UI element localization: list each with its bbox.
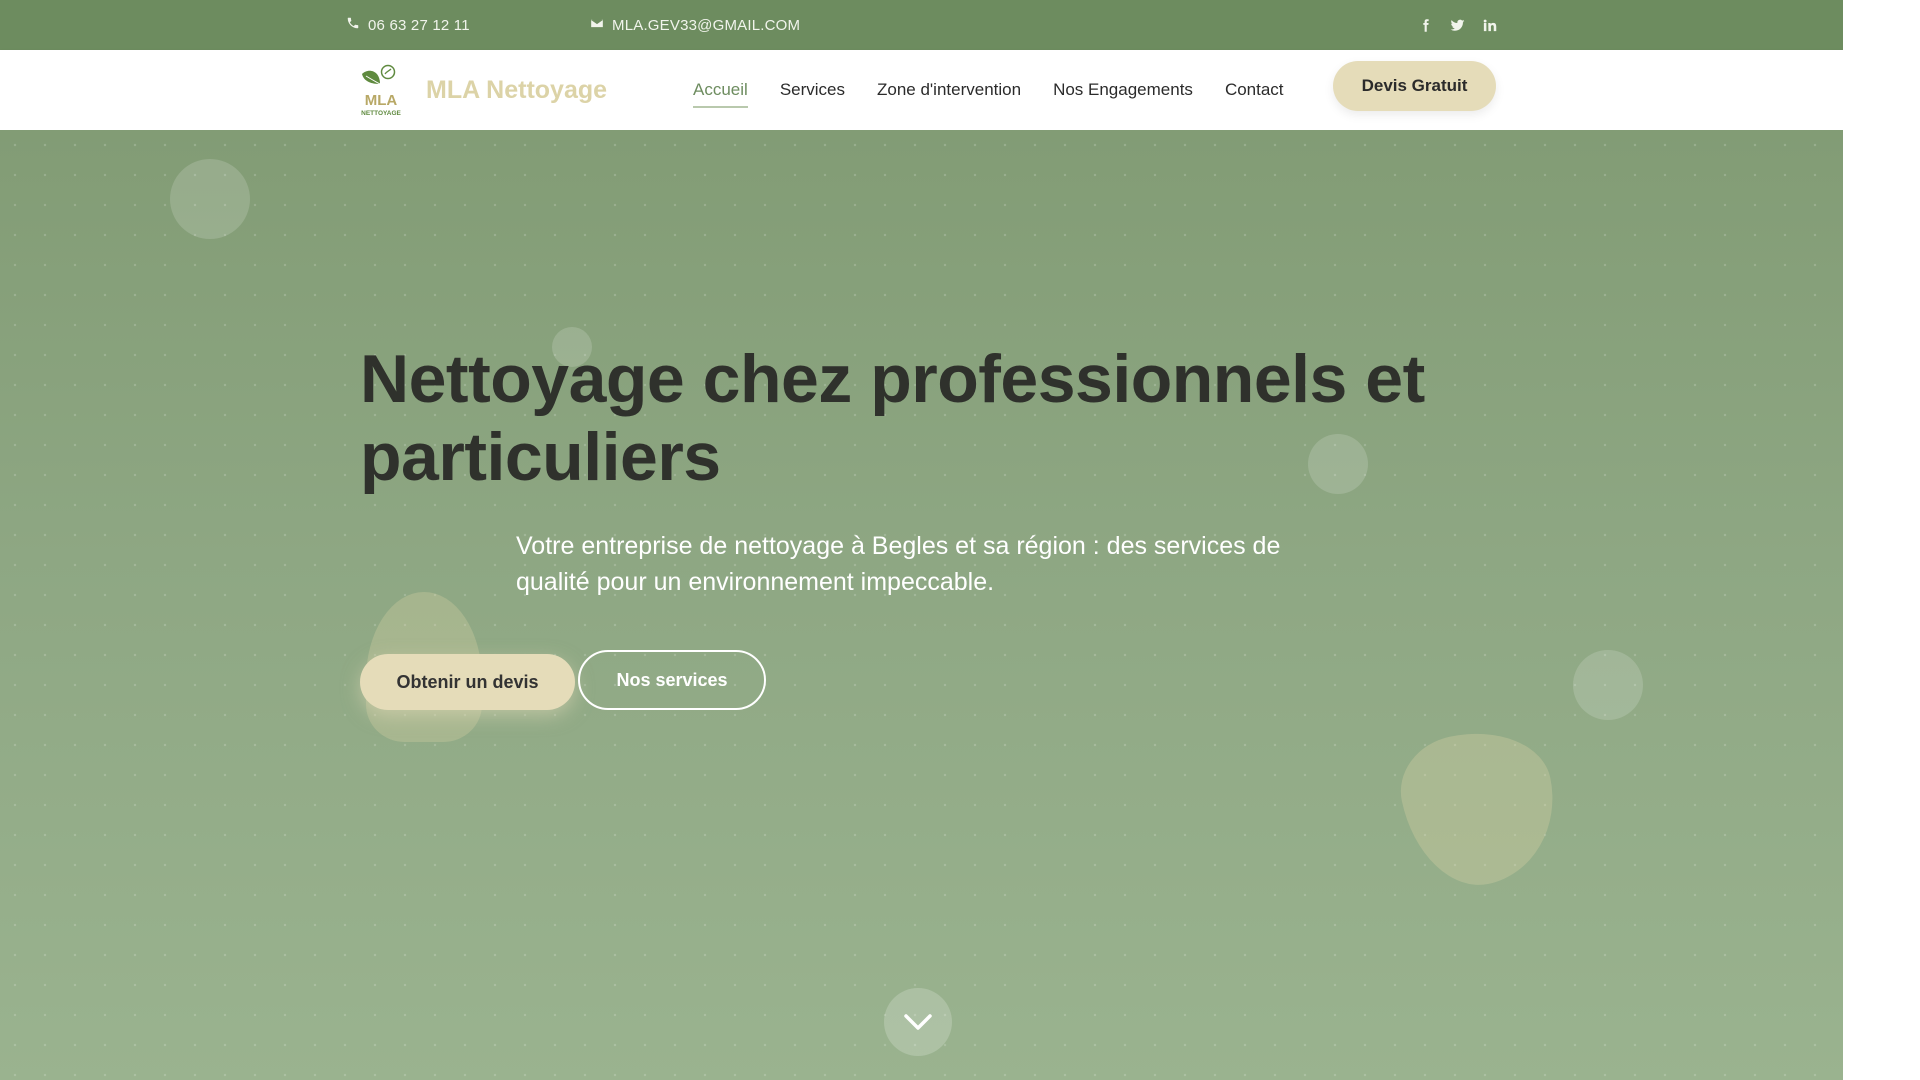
nav-item-nos-engagements[interactable]: Nos Engagements bbox=[1053, 74, 1193, 106]
our-services-button[interactable]: Nos services bbox=[578, 650, 766, 710]
website: 06 63 27 12 11 MLA.GEV33@GMAIL.COM MLA N… bbox=[0, 0, 1843, 1080]
hero-section: Nettoyage chez professionnels et particu… bbox=[0, 130, 1843, 1080]
logo-subtext: NETTOYAGE bbox=[361, 110, 401, 117]
decorative-circle bbox=[170, 159, 250, 239]
linkedin-icon[interactable] bbox=[1481, 17, 1497, 33]
envelope-icon bbox=[590, 16, 612, 34]
get-quote-button[interactable]: Obtenir un devis bbox=[360, 654, 575, 710]
logo-word: MLA bbox=[365, 92, 398, 109]
nav-item-accueil[interactable]: Accueil bbox=[693, 74, 748, 108]
nav-item-contact[interactable]: Contact bbox=[1225, 74, 1284, 106]
dot-pattern-background bbox=[0, 130, 1843, 1080]
decorative-circle bbox=[1573, 650, 1643, 720]
nav-item-zone-intervention[interactable]: Zone d'intervention bbox=[877, 74, 1021, 106]
phone-link[interactable]: 06 63 27 12 11 bbox=[346, 0, 470, 50]
twitter-icon[interactable] bbox=[1449, 17, 1465, 33]
devis-gratuit-button[interactable]: Devis Gratuit bbox=[1333, 61, 1496, 111]
brand-name[interactable]: MLA Nettoyage bbox=[426, 50, 607, 130]
social-links bbox=[1417, 0, 1497, 50]
primary-nav: Accueil Services Zone d'intervention Nos… bbox=[693, 50, 1316, 130]
scroll-down-button[interactable] bbox=[884, 988, 952, 1056]
facebook-icon[interactable] bbox=[1417, 17, 1433, 33]
chevron-down-icon bbox=[904, 1014, 932, 1030]
top-contact-bar: 06 63 27 12 11 MLA.GEV33@GMAIL.COM bbox=[0, 0, 1843, 50]
nav-item-services[interactable]: Services bbox=[780, 74, 845, 106]
email-link[interactable]: MLA.GEV33@GMAIL.COM bbox=[590, 0, 800, 50]
hero-subtitle: Votre entreprise de nettoyage à Begles e… bbox=[516, 532, 1281, 596]
brand-logo[interactable]: MLA NETTOYAGE bbox=[356, 62, 406, 118]
phone-icon bbox=[346, 16, 368, 34]
main-navbar: MLA NETTOYAGE MLA Nettoyage Accueil Serv… bbox=[0, 50, 1843, 130]
hero-title: Nettoyage chez professionnels et particu… bbox=[360, 341, 1425, 495]
email-address: MLA.GEV33@GMAIL.COM bbox=[612, 16, 801, 34]
leaf-logo-icon: MLA NETTOYAGE bbox=[361, 64, 402, 117]
phone-number: 06 63 27 12 11 bbox=[368, 16, 470, 34]
